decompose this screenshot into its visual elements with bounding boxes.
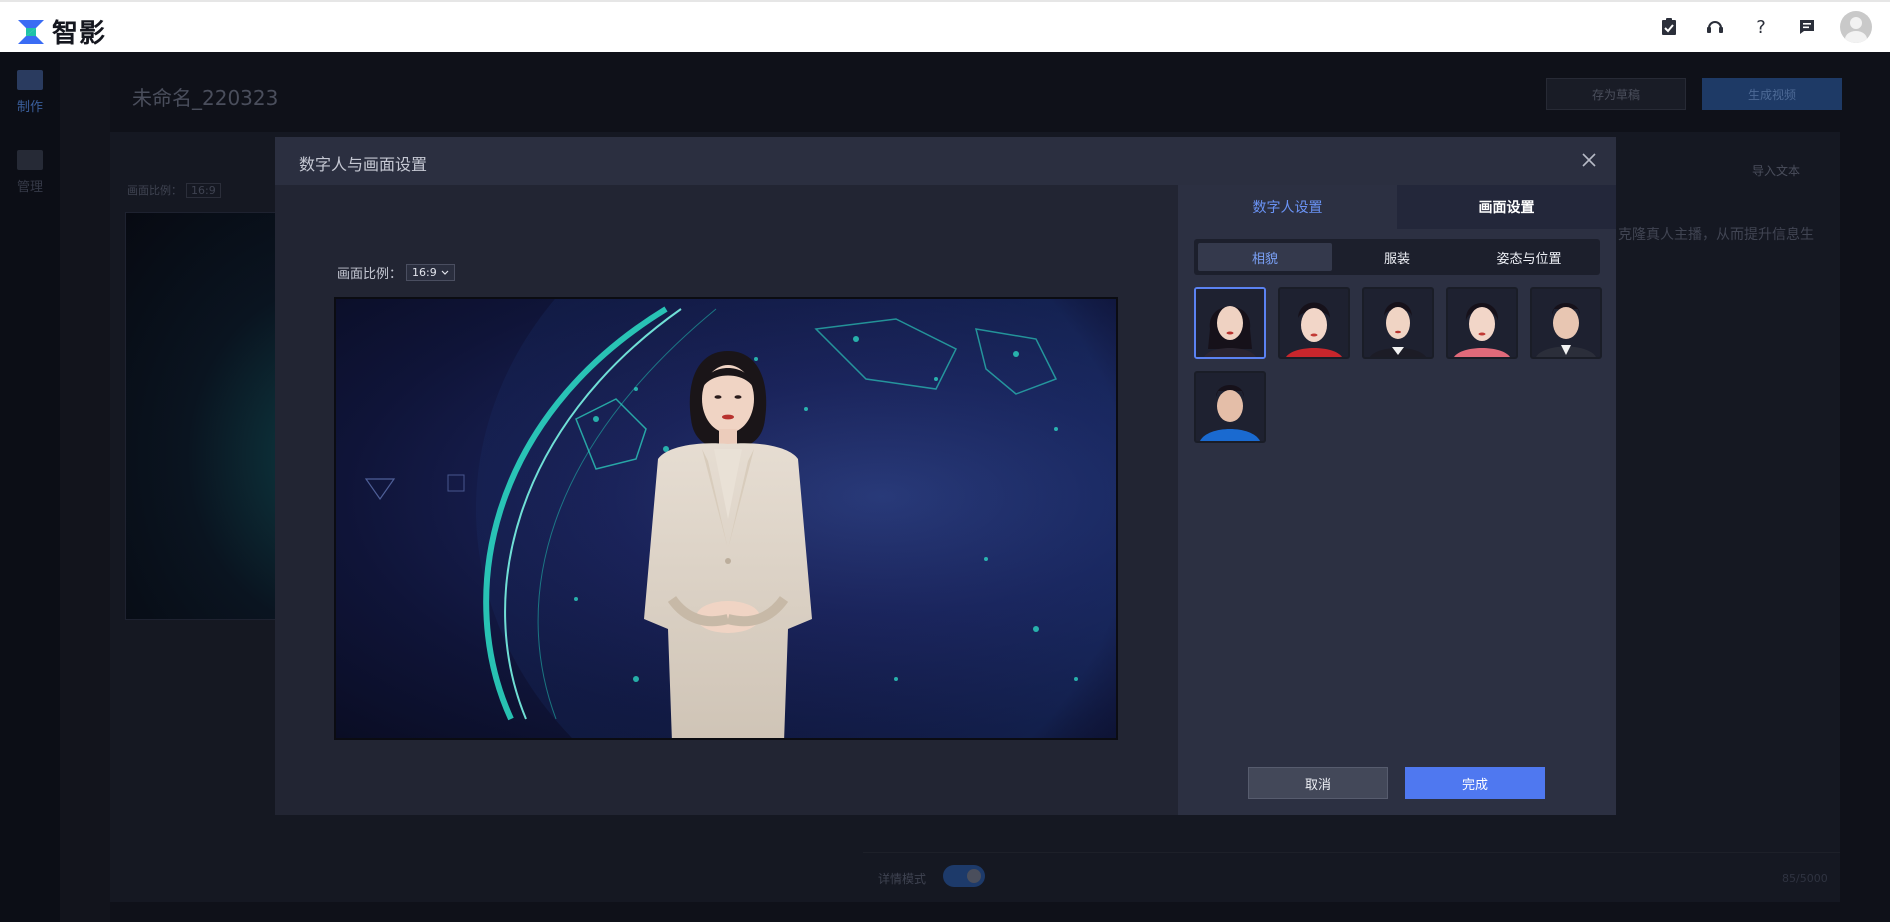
char-count: 85/5000 (1782, 872, 1828, 885)
message-icon[interactable] (1784, 2, 1830, 52)
editor-ratio: 画面比例： 16:9 (127, 182, 221, 198)
top-bar: 智影 ? (0, 0, 1890, 52)
done-button[interactable]: 完成 (1405, 767, 1545, 799)
editor-preview (125, 212, 300, 620)
sidebar-item-label: 制作 (16, 100, 43, 115)
settings-panel: 数字人设置 画面设置 相貌 服装 姿态与位置 取消 完成 (1178, 185, 1616, 815)
avatar[interactable] (1840, 11, 1872, 43)
face-option[interactable] (1530, 287, 1602, 359)
sidebar-item-manage[interactable]: 管理 (0, 150, 60, 195)
face-option[interactable] (1194, 287, 1266, 359)
tab-digital-human[interactable]: 数字人设置 (1178, 185, 1397, 229)
editor-ratio-select[interactable]: 16:9 (186, 183, 221, 198)
save-draft-button[interactable]: 存为草稿 (1546, 78, 1686, 110)
subtab-outfit[interactable]: 服装 (1330, 243, 1464, 271)
settings-tabs: 数字人设置 画面设置 (1178, 185, 1616, 229)
face-option[interactable] (1362, 287, 1434, 359)
modal-title: 数字人与画面设置 (299, 155, 428, 174)
logo-mark-icon (18, 19, 44, 44)
ratio-row: 画面比例： 16:9 (337, 263, 455, 282)
sub-tabs: 相貌 服装 姿态与位置 (1194, 239, 1600, 275)
generate-video-button[interactable]: 生成视频 (1702, 78, 1842, 110)
sidebar-item-make[interactable]: 制作 (0, 70, 60, 115)
content-strip (60, 52, 110, 922)
face-option[interactable] (1446, 287, 1518, 359)
clipboard-check-icon[interactable] (1646, 2, 1692, 52)
preview-scene (364, 299, 1116, 738)
ratio-value: 16:9 (412, 266, 437, 279)
face-option[interactable] (1278, 287, 1350, 359)
ratio-label: 画面比例： (337, 267, 403, 282)
logo[interactable]: 智影 (16, 13, 106, 50)
editor-ratio-label: 画面比例： (127, 184, 182, 197)
project-title[interactable]: 未命名_220323 (132, 82, 278, 111)
brand-name: 智影 (52, 19, 107, 49)
video-preview (334, 297, 1118, 740)
detail-mode-label: 详情模式 (878, 872, 927, 886)
cancel-button[interactable]: 取消 (1248, 767, 1388, 799)
chevron-down-icon (441, 270, 449, 275)
digital-human-settings-modal: 数字人与画面设置 画面比例： 16:9 数字人设置 画面设置 相貌 服装 姿态与… (275, 137, 1616, 815)
side-nav: 制作 管理 (0, 52, 60, 922)
editor-divider (863, 852, 1840, 853)
ratio-select[interactable]: 16:9 (406, 264, 455, 281)
headset-icon[interactable] (1692, 2, 1738, 52)
help-icon[interactable]: ? (1738, 2, 1784, 52)
detail-mode-toggle[interactable] (943, 865, 985, 887)
subtab-appearance[interactable]: 相貌 (1198, 243, 1332, 271)
import-text-button[interactable]: 导入文本 (1752, 162, 1800, 179)
face-option[interactable] (1194, 371, 1266, 443)
film-icon (17, 70, 43, 90)
sidebar-item-label: 管理 (16, 180, 43, 195)
folder-icon (17, 150, 43, 170)
top-actions: ? (1646, 2, 1890, 52)
subtab-pose-position[interactable]: 姿态与位置 (1462, 243, 1596, 271)
close-icon[interactable] (1578, 149, 1600, 171)
modal-header: 数字人与画面设置 (275, 137, 1616, 185)
tab-scene[interactable]: 画面设置 (1397, 185, 1616, 229)
script-hint-text: 克隆真人主播，从而提升信息生 (1618, 227, 1814, 243)
